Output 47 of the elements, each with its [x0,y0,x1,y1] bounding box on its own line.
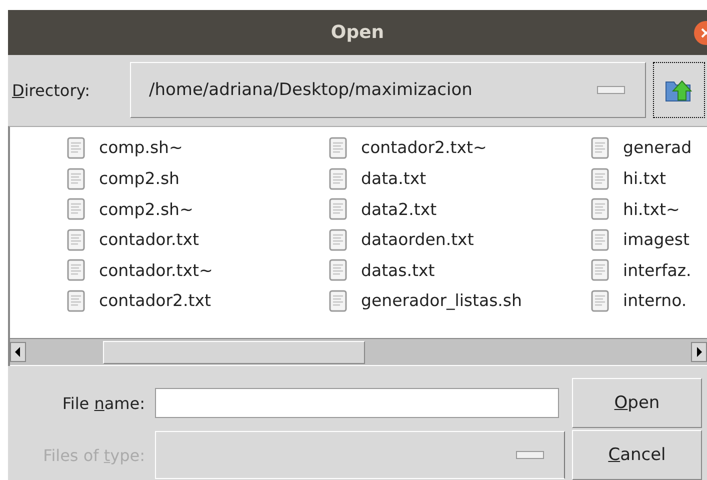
file-name[interactable]: generad [623,138,692,158]
text-file-icon [329,198,347,220]
text-file-icon [591,228,609,251]
file-name[interactable]: dataorden.txt [361,230,474,250]
file-name[interactable]: imagest [623,230,690,250]
file-name[interactable]: hi.txt [623,169,666,188]
file-name[interactable]: contador.txt [99,230,199,250]
file-name[interactable]: contador.txt~ [99,260,213,280]
text-file-icon [329,228,347,251]
file-name[interactable]: comp.sh~ [99,138,183,158]
text-file-icon [329,259,347,282]
file-name-label: File name: [61,394,145,412]
text-file-icon [67,198,85,220]
text-file-icon [591,198,609,220]
text-file-icon [329,290,347,312]
open-button[interactable]: Open [572,378,702,428]
scrollbar-thumb[interactable] [103,341,365,364]
file-name[interactable]: interfaz. [623,260,692,280]
directory-combo[interactable]: /home/adriana/Desktop/maximizacion [130,62,646,118]
text-file-icon [67,290,85,312]
text-file-icon [591,136,609,159]
file-name[interactable]: comp2.sh~ [99,200,194,219]
file-name[interactable]: hi.txt~ [623,200,680,219]
file-name[interactable]: interno. [623,291,687,310]
file-name[interactable]: datas.txt [361,260,435,280]
text-file-icon [67,259,85,282]
text-file-icon [591,290,609,312]
close-icon[interactable] [693,20,707,46]
file-name[interactable]: data2.txt [361,200,437,219]
file-name[interactable]: comp2.sh [99,169,180,188]
window-title: Open [330,22,384,43]
text-file-icon [329,136,347,159]
file-name[interactable]: contador2.txt~ [361,138,487,158]
horizontal-scrollbar[interactable] [10,338,707,366]
up-folder-button[interactable] [653,62,705,118]
text-file-icon [591,168,609,190]
file-name[interactable]: generador_listas.sh [361,291,522,310]
file-name-field[interactable] [155,388,559,418]
file-name[interactable]: contador2.txt [99,291,212,310]
cancel-button[interactable]: Cancel [572,430,702,480]
directory-label: Directory: [12,80,91,100]
text-file-icon [67,168,85,190]
text-file-icon [591,259,609,282]
text-file-icon [329,168,347,190]
text-file-icon [67,228,85,251]
text-file-icon [67,136,85,159]
file-name[interactable]: data.txt [361,169,426,188]
